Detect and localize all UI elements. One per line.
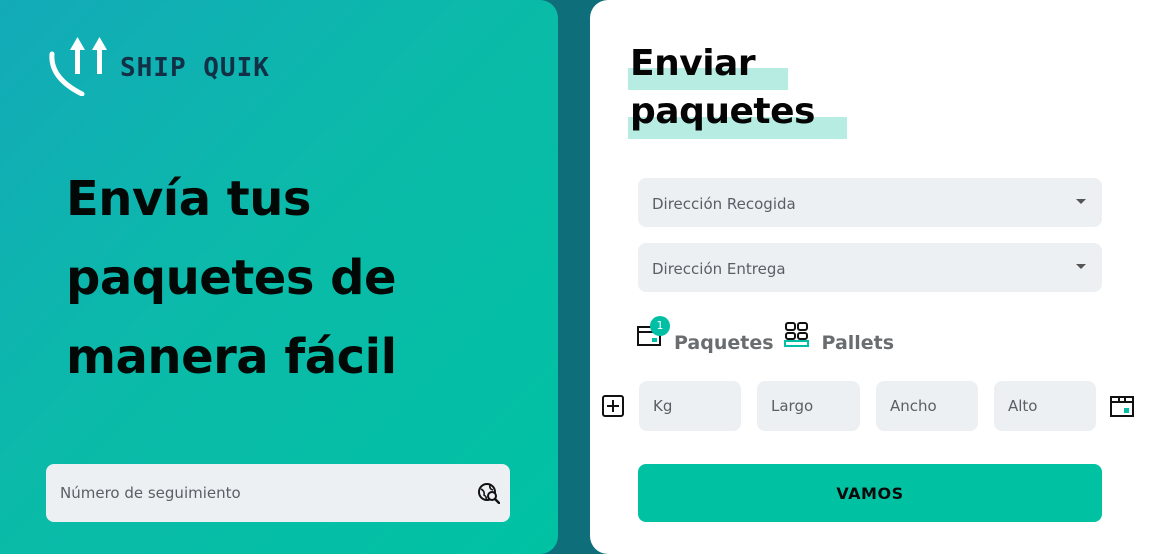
box-size-icon[interactable] [1110, 394, 1134, 422]
title-line: Enviar [630, 43, 756, 84]
width-field [876, 381, 978, 431]
submit-button[interactable]: VAMOS [638, 464, 1102, 522]
tab-label: Pallets [821, 332, 895, 354]
brand-name: SHIP QUIK [120, 53, 270, 83]
chevron-down-icon [1076, 264, 1086, 269]
weight-input[interactable] [639, 381, 741, 431]
length-input[interactable] [757, 381, 860, 431]
package-count-badge: 1 [650, 316, 670, 336]
length-field [757, 381, 860, 431]
height-field [994, 381, 1096, 431]
title-line: paquetes [630, 91, 815, 132]
width-input[interactable] [876, 381, 978, 431]
chevron-down-icon [1076, 199, 1086, 204]
package-icon: 1 [636, 316, 670, 351]
shipment-type-tabs: 1 Paquetes Pallets [636, 316, 895, 354]
weight-field [639, 381, 741, 431]
hero-headline: Envía tus paquetes de manera fácil [66, 160, 506, 397]
search-globe-icon[interactable] [478, 482, 501, 508]
height-input[interactable] [994, 381, 1096, 431]
tab-pallets[interactable]: Pallets [783, 318, 895, 354]
hero-panel: SHIP QUIK Envía tus paquetes de manera f… [0, 0, 558, 554]
pickup-address-label: Dirección Recogida [652, 195, 796, 213]
add-package-icon[interactable] [602, 395, 624, 421]
hero-line: paquetes de [66, 250, 397, 306]
pallet-icon [783, 321, 810, 351]
hero-line: Envía tus [66, 171, 312, 227]
shipping-form-panel: Enviar paquetes Dirección Recogida Direc… [590, 0, 1150, 554]
tab-paquetes[interactable]: 1 Paquetes [636, 316, 774, 354]
delivery-address-select[interactable]: Dirección Entrega [638, 243, 1102, 292]
tab-label: Paquetes [674, 332, 774, 354]
hero-line: manera fácil [66, 329, 397, 385]
tracking-field [46, 464, 510, 522]
pickup-address-select[interactable]: Dirección Recogida [638, 178, 1102, 227]
brand-logo[interactable]: SHIP QUIK [46, 34, 270, 96]
form-title: Enviar paquetes [628, 42, 847, 139]
tracking-input[interactable] [46, 464, 510, 522]
delivery-address-label: Dirección Entrega [652, 260, 786, 278]
logo-icon [49, 37, 107, 96]
